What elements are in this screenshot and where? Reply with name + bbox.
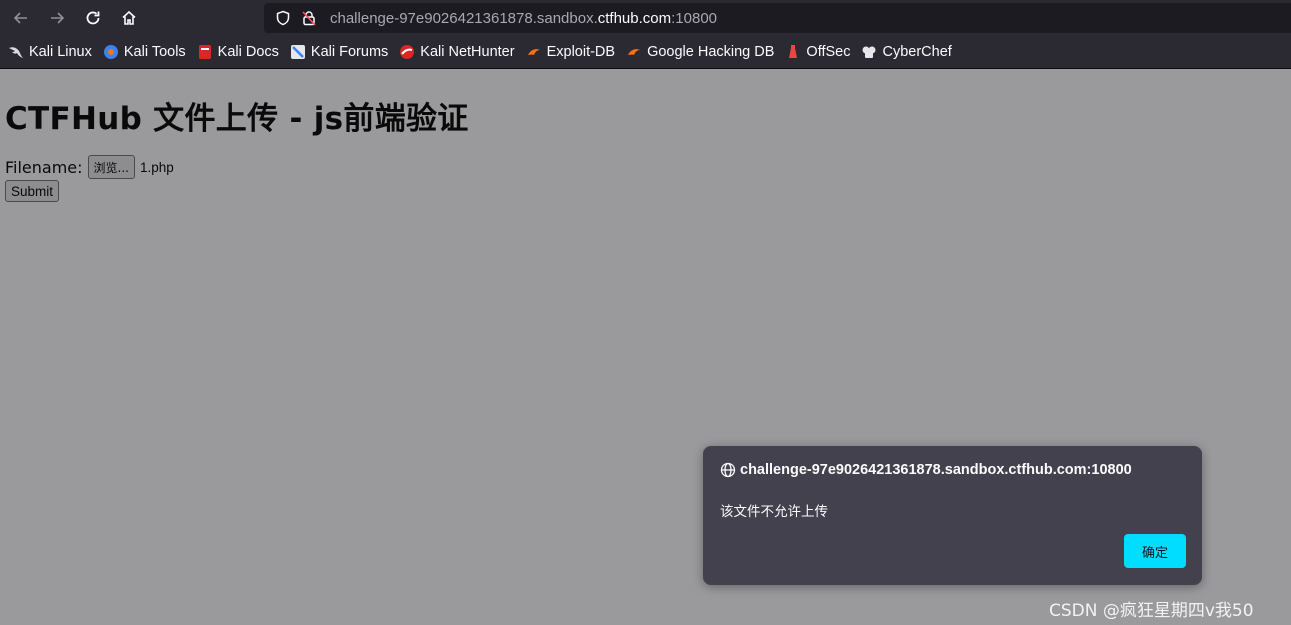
ok-button[interactable]: 确定 [1124, 534, 1186, 568]
shield-icon[interactable] [272, 7, 294, 29]
browser-toolbar: challenge-97e9026421361878.sandbox.ctfhu… [0, 0, 1291, 36]
bookmark-kali-nethunter[interactable]: Kali NetHunter [399, 40, 515, 64]
kali-docs-icon [197, 44, 213, 60]
alert-dialog: challenge-97e9026421361878.sandbox.ctfhu… [703, 446, 1202, 585]
back-button[interactable] [3, 0, 39, 36]
bookmarks-bar: Kali Linux Kali Tools Kali Docs Kali For… [0, 36, 1291, 69]
insecure-lock-icon[interactable] [298, 7, 320, 29]
watermark: CSDN @疯狂星期四v我50 [1049, 601, 1254, 621]
browse-button[interactable]: 浏览... [87, 155, 135, 179]
reload-button[interactable] [75, 0, 111, 36]
url-bar[interactable]: challenge-97e9026421361878.sandbox.ctfhu… [264, 3, 1291, 33]
bookmark-kali-docs[interactable]: Kali Docs [197, 40, 279, 64]
bookmark-cyberchef[interactable]: CyberChef [861, 40, 952, 64]
page-title: CTFHub 文件上传 - js前端验证 [5, 101, 469, 137]
upload-form: Filename: 浏览... 1.php [5, 155, 174, 179]
bookmark-kali-tools[interactable]: Kali Tools [103, 40, 186, 64]
cyberchef-icon [861, 44, 877, 60]
forward-button[interactable] [39, 0, 75, 36]
dialog-origin-text: challenge-97e9026421361878.sandbox.ctfhu… [740, 462, 1132, 478]
bookmark-exploit-db[interactable]: Exploit-DB [526, 40, 615, 64]
exploit-db-icon [526, 44, 542, 60]
bookmark-google-hacking-db[interactable]: Google Hacking DB [626, 40, 774, 64]
dialog-message: 该文件不允许上传 [720, 504, 828, 520]
arrow-right-icon [51, 12, 65, 24]
kali-tools-icon [103, 44, 119, 60]
bookmark-kali-forums[interactable]: Kali Forums [290, 40, 388, 64]
filename-label: Filename: [5, 157, 83, 177]
kali-nethunter-icon [399, 44, 415, 60]
bookmark-kali-linux[interactable]: Kali Linux [8, 40, 92, 64]
selected-file-name: 1.php [140, 159, 174, 175]
globe-icon [720, 462, 736, 478]
arrow-left-icon [13, 12, 27, 24]
bookmark-offsec[interactable]: OffSec [785, 40, 850, 64]
dialog-origin: challenge-97e9026421361878.sandbox.ctfhu… [720, 462, 1132, 478]
kali-dragon-icon [8, 44, 24, 60]
submit-button[interactable]: Submit [5, 180, 60, 202]
kali-forums-icon [290, 44, 306, 60]
home-icon [122, 10, 136, 25]
home-button[interactable] [111, 0, 147, 36]
reload-icon [86, 11, 100, 25]
url-text[interactable]: challenge-97e9026421361878.sandbox.ctfhu… [330, 10, 717, 27]
offsec-icon [785, 44, 801, 60]
google-hacking-db-icon [626, 44, 642, 60]
